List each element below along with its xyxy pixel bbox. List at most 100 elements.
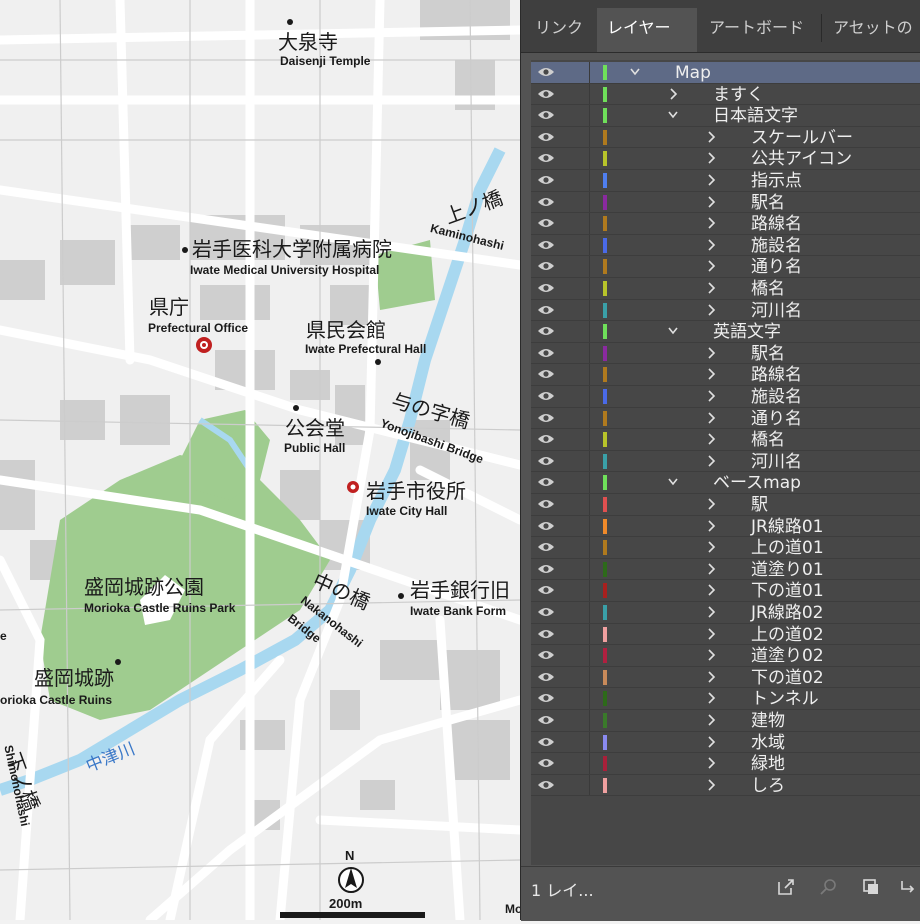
chevron-down-icon[interactable] [667,475,679,489]
layer-name[interactable]: 橋名 [751,430,785,450]
clipping-mask-icon[interactable] [861,877,881,897]
layer-name[interactable]: 道塗り01 [751,560,824,580]
lock-column[interactable] [589,710,590,731]
visibility-eye-icon[interactable] [537,282,555,294]
export-icon[interactable] [776,877,796,897]
layer-row[interactable]: 通り名 [531,256,920,278]
layer-row[interactable]: 路線名 [531,364,920,386]
visibility-eye-icon[interactable] [537,88,555,100]
search-icon[interactable] [819,877,839,897]
layer-name[interactable]: 日本語文字 [713,106,798,126]
layer-row[interactable]: ますく [531,83,920,106]
chevron-right-icon[interactable] [705,583,717,597]
layer-name[interactable]: 河川名 [751,301,802,321]
layer-name[interactable]: JR線路01 [751,517,823,537]
layer-row[interactable]: 河川名 [531,450,920,473]
chevron-right-icon[interactable] [705,648,717,662]
chevron-down-icon[interactable] [667,324,679,338]
chevron-right-icon[interactable] [705,411,717,425]
layer-name[interactable]: 施設名 [751,387,802,407]
chevron-right-icon[interactable] [705,151,717,165]
layer-name[interactable]: 建物 [751,711,785,731]
lock-column[interactable] [589,645,590,666]
chevron-right-icon[interactable] [705,713,717,727]
lock-column[interactable] [589,83,590,105]
layer-name[interactable]: スケールバー [751,128,853,148]
lock-column[interactable] [589,256,590,277]
lock-column[interactable] [589,105,590,126]
chevron-right-icon[interactable] [705,627,717,641]
visibility-eye-icon[interactable] [537,563,555,575]
chevron-right-icon[interactable] [705,670,717,684]
layer-row[interactable]: 道塗り01 [531,558,920,581]
chevron-right-icon[interactable] [705,130,717,144]
chevron-right-icon[interactable] [705,605,717,619]
lock-column[interactable] [589,515,590,537]
layer-name[interactable]: 橋名 [751,279,785,299]
lock-column[interactable] [589,537,590,558]
lock-column[interactable] [589,321,590,342]
visibility-eye-icon[interactable] [537,671,555,683]
visibility-eye-icon[interactable] [537,196,555,208]
chevron-right-icon[interactable] [705,195,717,209]
chevron-right-icon[interactable] [705,303,717,317]
layer-name[interactable]: 上の道01 [751,538,824,558]
visibility-eye-icon[interactable] [537,455,555,467]
layer-row[interactable]: トンネル [531,688,920,710]
layer-name[interactable]: 指示点 [751,171,802,191]
chevron-right-icon[interactable] [705,346,717,360]
layer-row[interactable]: 緑地 [531,753,920,775]
visibility-eye-icon[interactable] [537,347,555,359]
layer-row[interactable]: 路線名 [531,213,920,235]
visibility-eye-icon[interactable] [537,412,555,424]
layer-name[interactable]: 通り名 [751,409,802,429]
lock-column[interactable] [589,450,590,472]
layer-row[interactable]: 公共アイコン [531,148,920,170]
chevron-right-icon[interactable] [705,454,717,468]
lock-column[interactable] [589,191,590,213]
chevron-right-icon[interactable] [705,238,717,252]
visibility-eye-icon[interactable] [537,304,555,316]
lock-column[interactable] [589,602,590,623]
chevron-down-icon[interactable] [667,108,679,122]
chevron-down-icon[interactable] [629,65,641,79]
layer-row[interactable]: 英語文字 [531,321,920,343]
chevron-right-icon[interactable] [705,389,717,403]
chevron-right-icon[interactable] [705,281,717,295]
layer-name[interactable]: 下の道01 [751,581,824,601]
tab-links[interactable]: リンク [525,8,597,52]
layer-name[interactable]: 駅名 [751,344,785,364]
lock-column[interactable] [589,666,590,688]
tab-layers[interactable]: レイヤー [597,8,697,52]
lock-column[interactable] [589,774,590,796]
layer-row[interactable]: 橋名 [531,278,920,300]
layer-name[interactable]: 公共アイコン [751,149,852,169]
visibility-eye-icon[interactable] [537,131,555,143]
chevron-right-icon[interactable] [667,87,679,101]
layer-name[interactable]: 道塗り02 [751,646,824,666]
chevron-right-icon[interactable] [705,778,717,792]
lock-column[interactable] [589,472,590,493]
visibility-eye-icon[interactable] [537,152,555,164]
layer-name[interactable]: 水域 [751,733,785,753]
layer-name[interactable]: 路線名 [751,365,802,385]
visibility-eye-icon[interactable] [537,498,555,510]
visibility-eye-icon[interactable] [537,736,555,748]
lock-column[interactable] [589,580,590,601]
layer-row[interactable]: 道塗り02 [531,645,920,667]
chevron-right-icon[interactable] [705,497,717,511]
layer-row[interactable]: 河川名 [531,299,920,322]
visibility-eye-icon[interactable] [537,260,555,272]
visibility-eye-icon[interactable] [537,368,555,380]
tab-artboards[interactable]: アートボード [699,8,819,52]
chevron-right-icon[interactable] [705,735,717,749]
lock-column[interactable] [589,278,590,299]
layer-name[interactable]: 英語文字 [713,322,781,342]
chevron-right-icon[interactable] [705,756,717,770]
visibility-eye-icon[interactable] [537,433,555,445]
chevron-right-icon[interactable] [705,519,717,533]
tab-asset-export[interactable]: アセットの [823,8,920,52]
lock-column[interactable] [589,62,590,83]
visibility-eye-icon[interactable] [537,541,555,553]
chevron-right-icon[interactable] [705,173,717,187]
